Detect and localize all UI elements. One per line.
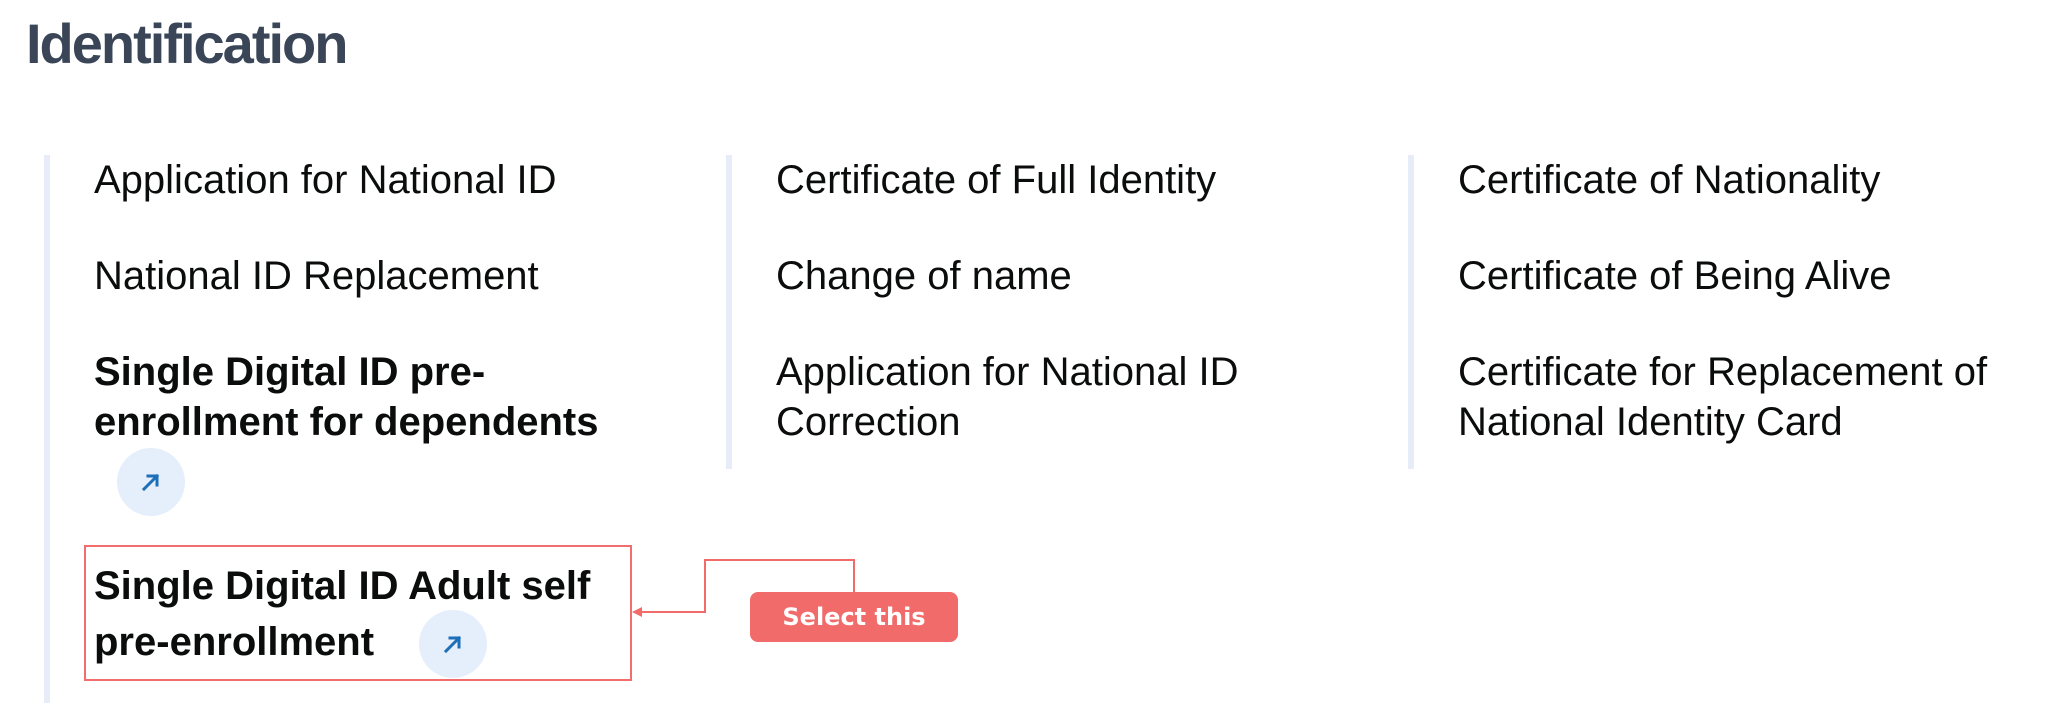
service-column-3 [1408,155,1414,469]
link-label-line-2: Correction [776,400,961,444]
arrow-up-right-icon [141,473,160,492]
link-sdi-pre-enrollment-dependents[interactable]: Single Digital ID pre- enrollment for de… [94,347,599,447]
service-column-1 [44,155,50,703]
external-link-arrow-icon[interactable] [419,610,487,678]
link-certificate-being-alive[interactable]: Certificate of Being Alive [1458,251,1892,301]
service-column-2 [726,155,732,469]
link-label-line-2: pre-enrollment [94,620,375,664]
link-application-national-id[interactable]: Application for National ID [94,155,556,205]
link-sdi-adult-self-pre-enrollment[interactable]: Single Digital ID Adult self pre-enrollm… [94,558,590,670]
link-label-line-1: Certificate for Replacement of [1458,350,1988,394]
link-label-line-1: Single Digital ID Adult self [94,564,591,608]
link-certificate-full-identity[interactable]: Certificate of Full Identity [776,155,1216,205]
annotation-callout: Select this [750,592,958,642]
link-national-id-correction[interactable]: Application for National ID Correction [776,347,1238,447]
link-national-id-replacement[interactable]: National ID Replacement [94,251,539,301]
link-label-line-1: Single Digital ID pre- [94,350,486,394]
link-label-line-2: enrollment for dependents [94,400,599,444]
annotation-arrowhead-icon [632,607,642,617]
link-change-of-name[interactable]: Change of name [776,251,1072,301]
link-label-line-2: National Identity Card [1458,400,1843,444]
arrow-up-right-icon [443,635,462,654]
page-title: Identification [26,12,348,75]
external-link-arrow-icon[interactable] [117,448,185,516]
link-certificate-replacement-id-card[interactable]: Certificate for Replacement of National … [1458,347,1987,447]
link-label-line-1: Application for National ID [776,350,1239,394]
link-certificate-nationality[interactable]: Certificate of Nationality [1458,155,1880,205]
